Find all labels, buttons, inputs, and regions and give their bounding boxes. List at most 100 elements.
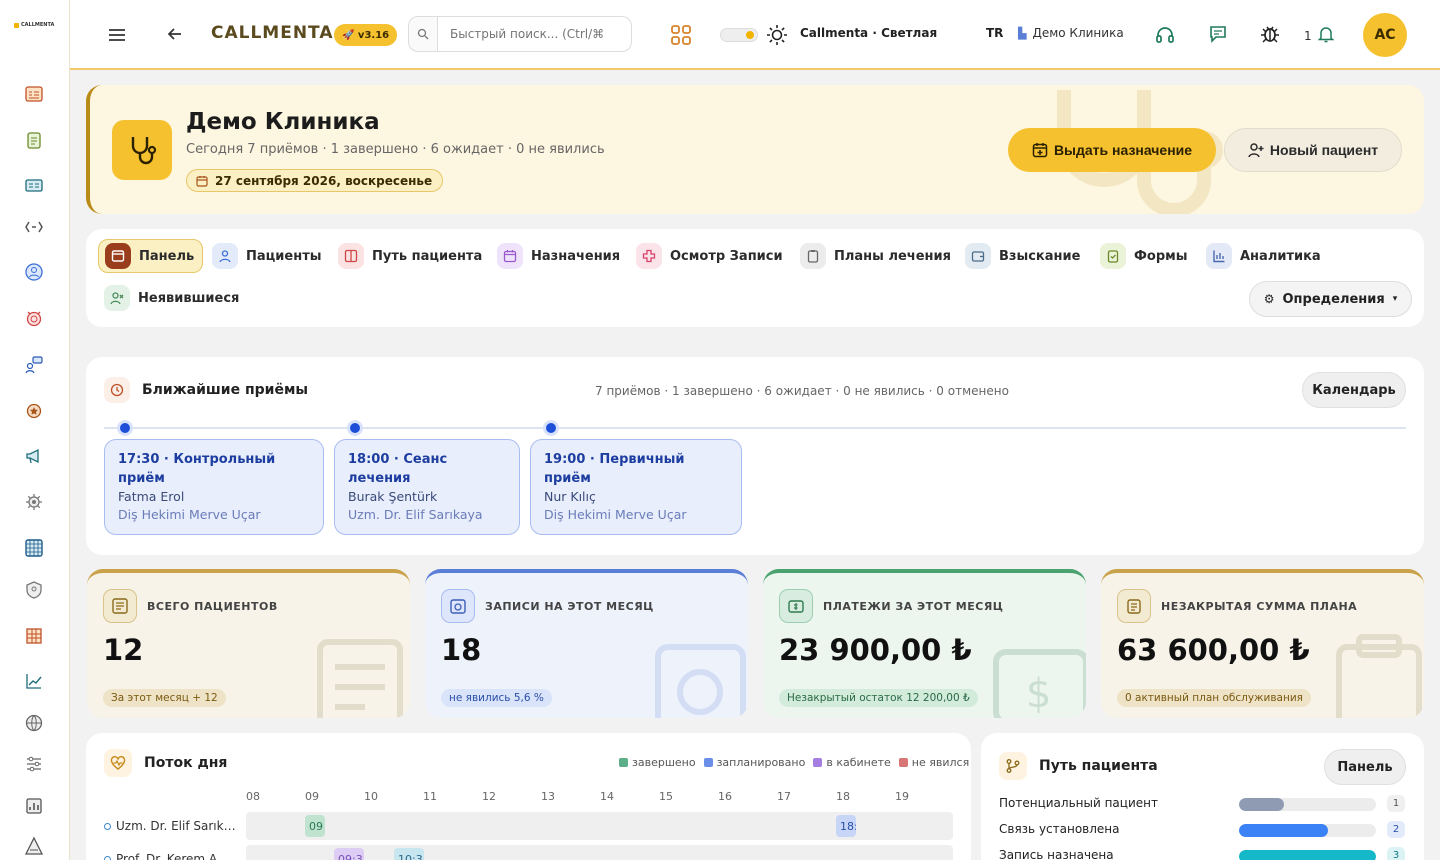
hour-axis: 08 09 10 11 12 13 14 15 16 17 18 19 (246, 790, 954, 804)
appointment-time-title: 17:30 · Контрольный приём (118, 452, 276, 486)
apps-grid-icon[interactable] (670, 24, 692, 46)
calendar-button[interactable]: Календарь (1302, 372, 1406, 408)
search-input[interactable] (438, 16, 632, 52)
kpi-pill: За этот месяц + 12 (103, 689, 226, 707)
clinic-selector[interactable]: ▙ Демо Клиника (1018, 26, 1124, 40)
headset-icon[interactable] (1154, 24, 1176, 46)
app-logo[interactable]: CALLMENTA (14, 22, 54, 28)
doctor-name: Prof. Dr. Kerem A… (116, 852, 230, 860)
user-circle-icon[interactable] (23, 262, 45, 282)
kpi-label: ВСЕГО ПАЦИЕНТОВ (147, 599, 278, 613)
stage-count: 2 (1387, 821, 1405, 838)
stage-track (1239, 850, 1376, 860)
kpi-unclosed-plan-sum[interactable]: НЕЗАКРЫТАЯ СУММА ПЛАНА 63 600,00 ₺ 0 акт… (1101, 569, 1424, 718)
wallet-icon (965, 243, 991, 269)
shield-icon[interactable] (23, 580, 45, 600)
theme-toggle[interactable] (720, 28, 758, 42)
flow-bar[interactable]: 09 (305, 815, 325, 837)
flow-bar[interactable]: 09:3 (334, 848, 364, 860)
calendar-grid-icon[interactable] (23, 84, 45, 104)
search-icon[interactable] (408, 16, 438, 52)
clipboard-check-icon (1100, 243, 1126, 269)
building-icon: ▙ (1018, 26, 1027, 40)
megaphone-icon[interactable] (23, 446, 45, 466)
money-icon (779, 589, 813, 623)
appointment-card[interactable]: 19:00 · Первичный приём Nur Kılıç Diş He… (530, 439, 742, 535)
legend-item: запланировано (703, 756, 805, 769)
tab-patient-journey[interactable]: Путь пациента (332, 239, 490, 273)
doctor-row[interactable]: Uzm. Dr. Elif Sarık… (104, 812, 236, 840)
definitions-dropdown[interactable]: ⚙ Определения ▾ (1249, 281, 1412, 317)
appointment-card[interactable]: 18:00 · Сеанс лечения Burak Şentürk Uzm.… (334, 439, 520, 535)
clipboard-icon[interactable] (23, 130, 45, 150)
stage-count: 3 (1387, 847, 1405, 860)
flow-bar[interactable]: 18: (836, 815, 856, 837)
tab-patients[interactable]: Пациенты (206, 239, 330, 273)
id-card-icon[interactable] (23, 175, 45, 195)
journey-stage[interactable]: Запись назначена 3 (999, 846, 1409, 860)
chat-user-icon[interactable] (23, 355, 45, 375)
tab-treatment-plans[interactable]: Планы лечения (794, 239, 959, 273)
clinic-name: Демо Клиника (1032, 26, 1124, 40)
panel-icon (105, 243, 131, 269)
journey-stage[interactable]: Потенциальный пациент 1 (999, 794, 1409, 814)
sliders-icon[interactable] (23, 754, 45, 774)
definitions-label: Определения (1282, 291, 1385, 307)
sun-icon[interactable] (766, 24, 788, 46)
kpi-total-patients[interactable]: ВСЕГО ПАЦИЕНТОВ 12 За этот месяц + 12 (87, 569, 410, 718)
flow-bar[interactable]: 10:3 (394, 848, 424, 860)
tab-no-shows[interactable]: Неявившиеся (98, 281, 247, 315)
kpi-appointments-month[interactable]: ЗАПИСИ НА ЭТОТ МЕСЯЦ 18 не явились 5,6 % (425, 569, 748, 718)
issue-appointment-button[interactable]: Выдать назначение (1008, 128, 1216, 172)
doctor-row[interactable]: Prof. Dr. Kerem A… (104, 845, 229, 860)
money-watermark-icon: $ (993, 649, 1086, 718)
language-selector[interactable]: TR (986, 26, 1003, 40)
theme-label[interactable]: Callmenta · Светлая (800, 26, 937, 40)
calendar-plus-icon (1032, 143, 1048, 158)
appointment-card[interactable]: 17:30 · Контрольный приём Fatma Erol Diş… (104, 439, 324, 535)
new-patient-button[interactable]: Новый пациент (1224, 128, 1402, 172)
brand-name[interactable]: CALLMENTA (211, 23, 334, 43)
kpi-label: НЕЗАКРЫТАЯ СУММА ПЛАНА (1161, 599, 1358, 613)
clock-icon (104, 377, 130, 403)
bug-icon[interactable] (1259, 23, 1281, 45)
doctor-name: Uzm. Dr. Elif Sarık… (116, 819, 236, 833)
hour-label: 17 (777, 790, 791, 803)
tab-label: Взыскание (999, 248, 1081, 264)
plus-icon (636, 243, 662, 269)
tab-collection[interactable]: Взыскание (959, 239, 1088, 273)
kpi-pill: не явились 5,6 % (441, 689, 552, 707)
hour-label: 18 (836, 790, 850, 803)
settings-icon: ⚙ (1263, 292, 1275, 306)
chart-icon[interactable] (23, 671, 45, 691)
alarm-icon[interactable] (23, 308, 45, 328)
chevron-down-icon: ▾ (1392, 294, 1398, 304)
upcoming-title: Ближайшие приёмы (142, 382, 309, 398)
tab-exam-records[interactable]: Осмотр Записи (630, 239, 791, 273)
stage-bar (1239, 850, 1376, 860)
gear-icon[interactable] (23, 492, 45, 512)
tab-appointments[interactable]: Назначения (491, 239, 628, 273)
globe-icon[interactable] (23, 713, 45, 733)
chat-icon[interactable] (1208, 24, 1228, 44)
menu-icon[interactable] (107, 25, 127, 45)
building-icon[interactable] (23, 625, 45, 645)
triangle-icon[interactable] (23, 836, 45, 856)
journey-stage[interactable]: Связь установлена 2 (999, 820, 1409, 840)
journey-panel-button[interactable]: Панель (1324, 749, 1406, 785)
tab-panel[interactable]: Панель (98, 239, 204, 273)
back-arrow-icon[interactable] (166, 25, 184, 43)
tab-analytics[interactable]: Аналитика (1200, 239, 1329, 273)
user-avatar[interactable]: AC (1363, 13, 1407, 57)
grid-icon[interactable] (23, 538, 45, 558)
bell-icon[interactable] (1317, 25, 1335, 43)
journey-title: Путь пациента (1039, 758, 1158, 774)
kpi-payments-month[interactable]: $ ПЛАТЕЖИ ЗА ЭТОТ МЕСЯЦ 23 900,00 ₺ Неза… (763, 569, 1086, 718)
calendar-clock-icon (441, 589, 475, 623)
tab-forms[interactable]: Формы (1094, 239, 1196, 273)
medal-icon[interactable] (23, 400, 45, 420)
svg-text:$: $ (1026, 671, 1051, 717)
report-icon[interactable] (23, 796, 45, 816)
code-icon[interactable] (23, 217, 45, 237)
kpi-pill: Незакрытый остаток 12 200,00 ₺ (779, 689, 978, 707)
